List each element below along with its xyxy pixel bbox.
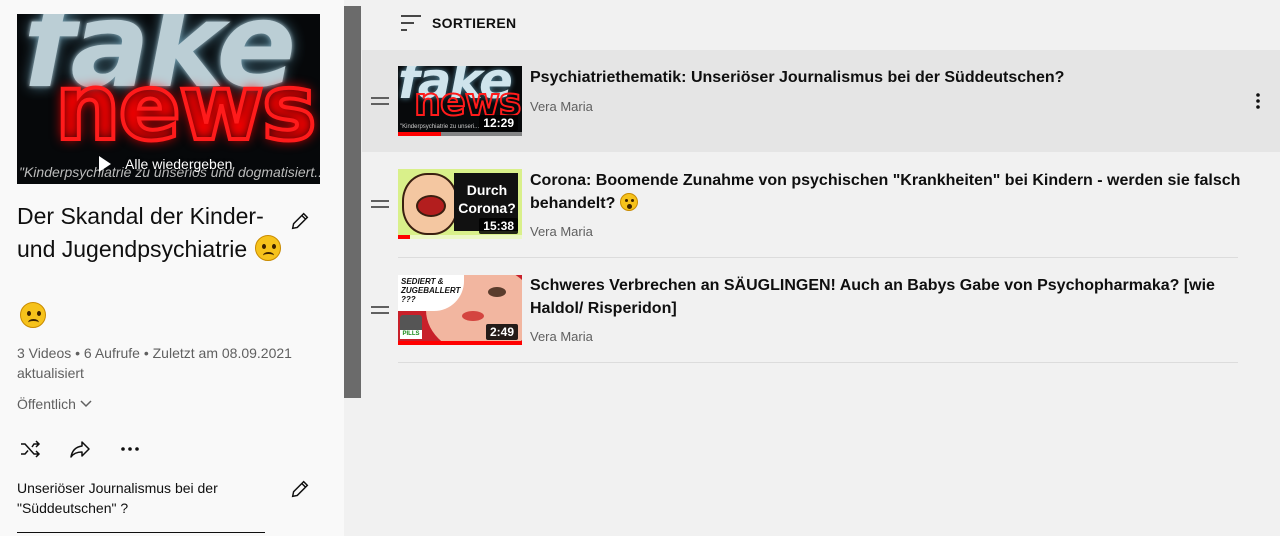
chevron-down-icon — [80, 400, 92, 408]
playlist-video-row[interactable]: SEDIERT & ZUGEBALLERT ??? PILLS 2:49 Sch… — [362, 258, 1280, 362]
watch-progress — [398, 132, 442, 136]
baby-lips-shape — [462, 311, 484, 321]
description-divider — [17, 532, 265, 533]
playlist-meta: 3 Videos • 6 Aufrufe • Zuletzt am 08.09.… — [17, 345, 292, 381]
baby-eye-shape — [488, 287, 506, 297]
crying-mouth-shape — [416, 195, 446, 217]
playlist-description: Unseriöser Journalismus bei der "Süddeut… — [17, 480, 218, 516]
video-channel[interactable]: Vera Maria — [530, 329, 593, 344]
play-icon — [99, 156, 111, 172]
share-icon — [70, 441, 90, 458]
playlist-title: Der Skandal der Kinder- und Jugendpsychi… — [17, 200, 287, 266]
sad-face-emoji — [20, 302, 46, 328]
play-all-label: Alle wiedergeben — [125, 156, 233, 172]
more-horizontal-icon — [121, 447, 139, 451]
row-divider — [398, 362, 1238, 363]
video-thumbnail[interactable]: fake news "Kinderpsychiatrie zu unseri..… — [398, 66, 522, 136]
video-title[interactable]: Psychiatriethematik: Unseriöser Journali… — [530, 66, 1250, 89]
watch-progress — [398, 341, 522, 345]
thumbnail-subtitle: "Kinderpsychiatrie zu unseri... — [400, 124, 480, 130]
pill-bottle-label: PILLS — [400, 330, 422, 339]
sort-icon — [401, 15, 421, 31]
thumbnail-text: Durch Corona? — [458, 182, 516, 216]
title-emoji-row — [17, 302, 46, 329]
video-menu-button[interactable] — [1248, 89, 1268, 113]
play-all-button[interactable]: Alle wiedergeben — [99, 156, 232, 172]
shocked-face-emoji — [619, 193, 638, 211]
privacy-dropdown[interactable]: Öffentlich — [17, 396, 93, 412]
scrollbar[interactable] — [344, 6, 361, 398]
video-channel[interactable]: Vera Maria — [530, 224, 593, 239]
video-thumbnail[interactable]: SEDIERT & ZUGEBALLERT ??? PILLS 2:49 — [398, 275, 522, 345]
edit-description-button[interactable] — [288, 477, 312, 501]
watch-progress — [398, 235, 411, 239]
drag-handle-icon[interactable] — [371, 97, 389, 105]
pencil-icon — [291, 480, 309, 498]
drag-handle-icon[interactable] — [371, 200, 389, 208]
playlist-title-text: Der Skandal der Kinder- und Jugendpsychi… — [17, 203, 264, 262]
video-duration: 12:29 — [479, 115, 518, 131]
sad-face-emoji — [255, 235, 282, 261]
edit-title-button[interactable] — [288, 209, 312, 233]
video-thumbnail[interactable]: Durch Corona? 15:38 — [398, 169, 522, 239]
playlist-video-row[interactable]: fake news "Kinderpsychiatrie zu unseri..… — [362, 50, 1280, 152]
video-channel[interactable]: Vera Maria — [530, 99, 593, 114]
video-duration: 15:38 — [479, 218, 518, 234]
thumbnail-text-news: news — [53, 52, 319, 163]
video-title[interactable]: Corona: Boomende Zunahme von psychischen… — [530, 169, 1250, 215]
shuffle-icon — [21, 440, 41, 458]
video-title[interactable]: Schweres Verbrechen an SÄUGLINGEN! Auch … — [530, 274, 1250, 320]
privacy-label: Öffentlich — [17, 396, 76, 412]
pencil-icon — [291, 212, 309, 230]
watch-progress-track — [398, 235, 522, 239]
sort-label: SORTIEREN — [432, 15, 517, 31]
shuffle-button[interactable] — [17, 436, 43, 462]
video-duration: 2:49 — [485, 324, 518, 340]
playlist-video-row[interactable]: Durch Corona? 15:38 Corona: Boomende Zun… — [362, 152, 1280, 257]
playlist-actions — [17, 436, 153, 462]
share-button[interactable] — [67, 436, 93, 462]
thumbnail-text: SEDIERT & ZUGEBALLERT ??? — [401, 277, 461, 304]
more-vertical-icon — [1256, 93, 1260, 109]
more-actions-button[interactable] — [117, 436, 143, 462]
drag-handle-icon[interactable] — [371, 306, 389, 314]
playlist-thumbnail[interactable]: fake news "Kinderpsychiatrie zu unseriös… — [17, 14, 320, 184]
playlist-sidebar: fake news "Kinderpsychiatrie zu unseriös… — [0, 0, 344, 536]
sort-button[interactable]: SORTIEREN — [400, 14, 516, 32]
